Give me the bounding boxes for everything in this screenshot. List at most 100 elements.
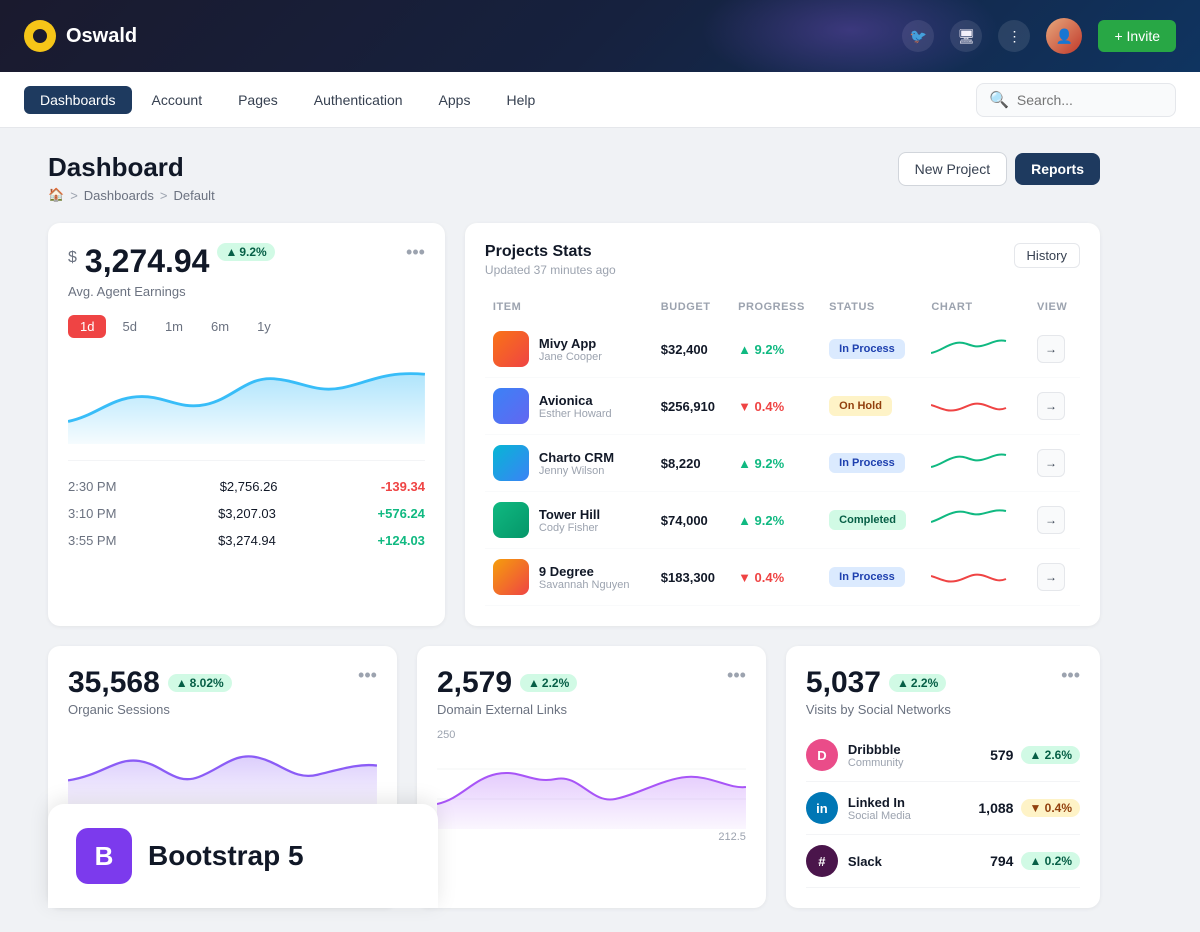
earnings-label: Avg. Agent Earnings bbox=[68, 284, 275, 299]
time-filter-1m[interactable]: 1m bbox=[153, 315, 195, 338]
menu-dashboards[interactable]: Dashboards bbox=[24, 86, 132, 114]
time-2-label: 3:10 PM bbox=[68, 506, 116, 521]
time-3-label: 3:55 PM bbox=[68, 533, 116, 548]
social-slack-info: # Slack bbox=[806, 845, 882, 877]
row-view-btn[interactable]: → bbox=[1037, 506, 1065, 534]
col-item: ITEM bbox=[485, 293, 653, 321]
menu-help[interactable]: Help bbox=[490, 86, 551, 114]
menu-pages[interactable]: Pages bbox=[222, 86, 294, 114]
time-filter-1y[interactable]: 1y bbox=[245, 315, 283, 338]
time-filter-6m[interactable]: 6m bbox=[199, 315, 241, 338]
domain-stat-header: 2,579 ▲ 2.2% Domain External Links ••• bbox=[437, 666, 746, 717]
social-linkedin-info: in Linked In Social Media bbox=[806, 792, 911, 824]
projects-table-header: ITEM BUDGET PROGRESS STATUS CHART VIEW bbox=[485, 293, 1080, 321]
social-amount: 5,037 bbox=[806, 666, 881, 700]
bootstrap-icon: B bbox=[76, 828, 132, 884]
domain-links-card: 2,579 ▲ 2.2% Domain External Links ••• 2… bbox=[417, 646, 766, 908]
breadcrumb: 🏠 > Dashboards > Default bbox=[48, 187, 215, 203]
time-1-label: 2:30 PM bbox=[68, 479, 116, 494]
domain-amount: 2,579 bbox=[437, 666, 512, 700]
row-view-btn[interactable]: → bbox=[1037, 563, 1065, 591]
row-view-btn[interactable]: → bbox=[1037, 335, 1065, 363]
organic-stat-header: 35,568 ▲ 8.02% Organic Sessions ••• bbox=[68, 666, 377, 717]
social-label: Visits by Social Networks bbox=[806, 702, 951, 717]
time-filter-5d[interactable]: 5d bbox=[110, 315, 148, 338]
table-row: Mivy App Jane Cooper $32,400 ▲ 9.2% In P… bbox=[485, 321, 1080, 378]
projects-title: Projects Stats bbox=[485, 243, 616, 261]
social-row-dribbble: D Dribbble Community 579 ▲ 2.6% bbox=[806, 729, 1080, 782]
avatar[interactable]: 👤 bbox=[1046, 18, 1082, 54]
projects-header: Projects Stats Updated 37 minutes ago Hi… bbox=[485, 243, 1080, 277]
linkedin-badge: ▼ 0.4% bbox=[1021, 799, 1080, 817]
domain-badge: ▲ 2.2% bbox=[520, 674, 577, 692]
row-view-btn[interactable]: → bbox=[1037, 449, 1065, 477]
y-axis-max: 250 bbox=[437, 729, 455, 741]
organic-chart bbox=[68, 729, 377, 809]
menu-apps[interactable]: Apps bbox=[423, 86, 487, 114]
time-entry-3: 3:55 PM $3,274.94 +124.03 bbox=[68, 527, 425, 554]
earnings-chart bbox=[68, 354, 425, 444]
menu-account[interactable]: Account bbox=[136, 86, 219, 114]
table-row: Tower Hill Cody Fisher $74,000 ▲ 9.2% Co… bbox=[485, 492, 1080, 549]
projects-title-area: Projects Stats Updated 37 minutes ago bbox=[485, 243, 616, 277]
main-cards-row: $ 3,274.94 ▲ 9.2% Avg. Agent Earnings ••… bbox=[48, 223, 1100, 626]
search-icon: 🔍 bbox=[989, 90, 1009, 110]
linkedin-stats: 1,088 ▼ 0.4% bbox=[978, 799, 1080, 817]
dribbble-name: Dribbble bbox=[848, 742, 904, 757]
linkedin-icon: in bbox=[806, 792, 838, 824]
nav-icon-bird[interactable]: 🐦 bbox=[902, 20, 934, 52]
bootstrap-label: Bootstrap 5 bbox=[148, 840, 304, 872]
page-header: Dashboard 🏠 > Dashboards > Default New P… bbox=[48, 152, 1100, 203]
row-view-btn[interactable]: → bbox=[1037, 392, 1065, 420]
social-networks-card: 5,037 ▲ 2.2% Visits by Social Networks •… bbox=[786, 646, 1100, 908]
arrow-up-icon: ▲ bbox=[225, 245, 237, 259]
invite-button[interactable]: + Invite bbox=[1098, 20, 1176, 52]
search-input[interactable] bbox=[1017, 92, 1163, 108]
earnings-currency: $ bbox=[68, 249, 77, 267]
menu-authentication[interactable]: Authentication bbox=[298, 86, 419, 114]
col-view: VIEW bbox=[1029, 293, 1080, 321]
time-2-change: +576.24 bbox=[378, 506, 425, 521]
linkedin-count: 1,088 bbox=[978, 800, 1013, 816]
col-budget: BUDGET bbox=[653, 293, 730, 321]
projects-updated: Updated 37 minutes ago bbox=[485, 263, 616, 277]
nav-right: 🐦 🖥 ⋮ 👤 + Invite bbox=[902, 18, 1176, 54]
time-1-change: -139.34 bbox=[381, 479, 425, 494]
top-nav: Oswald 🐦 🖥 ⋮ 👤 + Invite bbox=[0, 0, 1200, 72]
nav-icon-screen[interactable]: 🖥 bbox=[950, 20, 982, 52]
table-row: Charto CRM Jenny Wilson $8,220 ▲ 9.2% In… bbox=[485, 435, 1080, 492]
projects-card: Projects Stats Updated 37 minutes ago Hi… bbox=[465, 223, 1100, 626]
linkedin-name: Linked In bbox=[848, 795, 911, 810]
breadcrumb-dashboards[interactable]: Dashboards bbox=[84, 188, 154, 203]
social-dribbble-info: D Dribbble Community bbox=[806, 739, 904, 771]
earnings-more-button[interactable]: ••• bbox=[406, 243, 425, 261]
menu-bar: Dashboards Account Pages Authentication … bbox=[0, 72, 1200, 128]
logo-icon bbox=[24, 20, 56, 52]
dribbble-sub: Community bbox=[848, 757, 904, 769]
time-entries: 2:30 PM $2,756.26 -139.34 3:10 PM $3,207… bbox=[68, 460, 425, 554]
earnings-badge: ▲ 9.2% bbox=[217, 243, 274, 261]
reports-button[interactable]: Reports bbox=[1015, 153, 1100, 185]
social-row-linkedin: in Linked In Social Media 1,088 ▼ 0.4% bbox=[806, 782, 1080, 835]
earnings-card: $ 3,274.94 ▲ 9.2% Avg. Agent Earnings ••… bbox=[48, 223, 445, 626]
social-badge: ▲ 2.2% bbox=[889, 674, 946, 692]
domain-more-button[interactable]: ••• bbox=[727, 666, 746, 684]
dribbble-stats: 579 ▲ 2.6% bbox=[990, 746, 1080, 764]
nav-icon-share[interactable]: ⋮ bbox=[998, 20, 1030, 52]
breadcrumb-default: Default bbox=[173, 188, 214, 203]
bootstrap-overlay: B Bootstrap 5 bbox=[48, 804, 438, 908]
domain-chart bbox=[437, 749, 746, 829]
new-project-button[interactable]: New Project bbox=[898, 152, 1007, 186]
social-more-button[interactable]: ••• bbox=[1061, 666, 1080, 684]
organic-more-button[interactable]: ••• bbox=[358, 666, 377, 684]
table-row: 9 Degree Savannah Nguyen $183,300 ▼ 0.4%… bbox=[485, 549, 1080, 606]
domain-label: Domain External Links bbox=[437, 702, 577, 717]
page-title-area: Dashboard 🏠 > Dashboards > Default bbox=[48, 152, 215, 203]
dribbble-count: 579 bbox=[990, 747, 1013, 763]
history-button[interactable]: History bbox=[1014, 243, 1080, 268]
slack-icon: # bbox=[806, 845, 838, 877]
slack-count: 794 bbox=[990, 853, 1013, 869]
time-filters: 1d 5d 1m 6m 1y bbox=[68, 315, 425, 338]
time-3-value: $3,274.94 bbox=[218, 533, 276, 548]
time-filter-1d[interactable]: 1d bbox=[68, 315, 106, 338]
